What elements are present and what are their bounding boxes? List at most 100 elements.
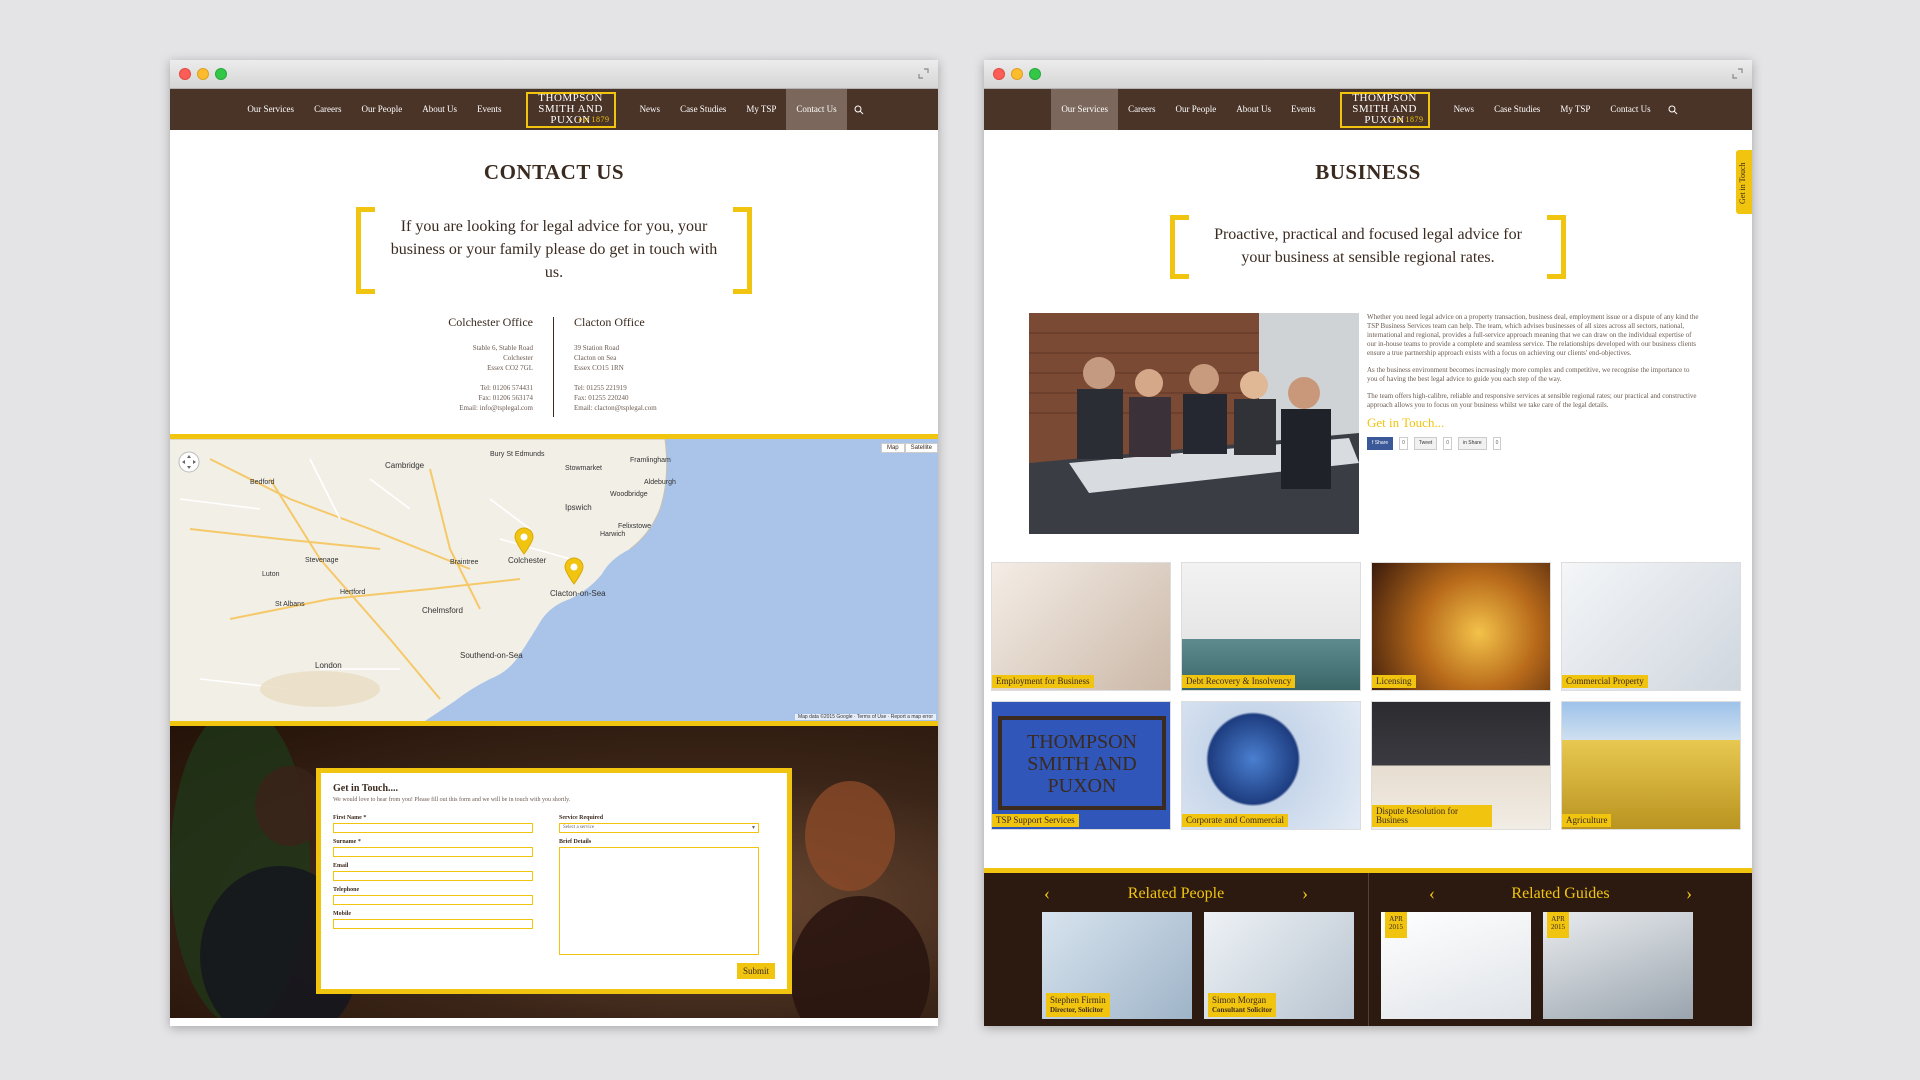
- nav-our-people[interactable]: Our People: [352, 89, 413, 130]
- nav-news[interactable]: News: [1444, 89, 1485, 130]
- person-role: Consultant Solicitor: [1212, 1006, 1273, 1014]
- nav-my-tsp[interactable]: My TSP: [736, 89, 786, 130]
- guide-card[interactable]: APR 2015: [1543, 912, 1693, 1019]
- minimize-icon[interactable]: [1011, 68, 1023, 80]
- email-field[interactable]: [333, 871, 533, 881]
- map-type-toggle[interactable]: Map Satellite: [880, 443, 938, 453]
- field-label: Brief Details: [559, 839, 592, 845]
- contact-form-section: Get in Touch.... We would love to hear f…: [170, 726, 938, 1018]
- related-section: ‹ Related People › Stephen Firmin Direct…: [984, 868, 1752, 1026]
- nav-our-people[interactable]: Our People: [1166, 89, 1227, 130]
- related-people: ‹ Related People › Stephen Firmin Direct…: [984, 873, 1368, 1026]
- nav-contact-us[interactable]: Contact Us: [1600, 89, 1660, 130]
- field-label: Service Required: [559, 815, 604, 821]
- map-toggle-satellite[interactable]: Satellite: [904, 443, 938, 453]
- share-count: 0: [1399, 437, 1408, 450]
- location-map[interactable]: Map Satellite Cambridge Bury St Edmunds …: [170, 434, 938, 726]
- submit-button[interactable]: Submit: [736, 963, 775, 979]
- nav-contact-us[interactable]: Contact Us: [786, 89, 847, 130]
- person-card[interactable]: Stephen Firmin Director, Solicitor: [1042, 912, 1192, 1019]
- map-place: Framlingham: [630, 457, 671, 464]
- tile-agriculture[interactable]: Agriculture: [1561, 701, 1741, 830]
- search-icon[interactable]: [1661, 89, 1685, 130]
- close-icon[interactable]: [179, 68, 191, 80]
- nav-our-services[interactable]: Our Services: [237, 89, 304, 130]
- field-label: Mobile: [333, 911, 351, 917]
- svg-text:PUXON: PUXON: [1048, 775, 1117, 797]
- nav-my-tsp[interactable]: My TSP: [1550, 89, 1600, 130]
- nav-events[interactable]: Events: [467, 89, 512, 130]
- tile-commercial-property[interactable]: Commercial Property: [1561, 562, 1741, 691]
- person-card[interactable]: Simon Morgan Consultant Solicitor: [1204, 912, 1354, 1019]
- chevron-right-icon[interactable]: ›: [1686, 883, 1692, 904]
- nav-news[interactable]: News: [630, 89, 671, 130]
- field-label: Telephone: [333, 887, 360, 893]
- tile-debt-recovery[interactable]: Debt Recovery & Insolvency: [1181, 562, 1361, 691]
- close-icon[interactable]: [993, 68, 1005, 80]
- svg-text:THOMPSON: THOMPSON: [1027, 731, 1137, 753]
- person-caption: Simon Morgan Consultant Solicitor: [1208, 993, 1277, 1017]
- tile-tsp-support[interactable]: THOMPSON SMITH AND PUXON TSP Support Servi…: [991, 701, 1171, 830]
- brief-details-textarea[interactable]: [559, 847, 759, 955]
- intro-section: Whether you need legal advice on a prope…: [984, 313, 1752, 534]
- tile-label: Dispute Resolution for Business: [1372, 805, 1492, 827]
- date-badge: APR 2015: [1385, 912, 1407, 938]
- nav-about-us[interactable]: About Us: [412, 89, 467, 130]
- nav-case-studies[interactable]: Case Studies: [1484, 89, 1550, 130]
- nav-events[interactable]: Events: [1281, 89, 1326, 130]
- tile-licensing[interactable]: Licensing: [1371, 562, 1551, 691]
- nav-about-us[interactable]: About Us: [1226, 89, 1281, 130]
- get-in-touch-link[interactable]: Get in Touch...: [1367, 416, 1699, 429]
- fullscreen-icon[interactable]: [1732, 68, 1743, 79]
- map-pin-colchester-icon[interactable]: [513, 527, 535, 555]
- map-place: Chelmsford: [422, 606, 463, 615]
- office-name: Clacton Office: [574, 315, 645, 329]
- nav-case-studies[interactable]: Case Studies: [670, 89, 736, 130]
- fullscreen-icon[interactable]: [918, 68, 929, 79]
- person-name: Simon Morgan: [1212, 995, 1267, 1005]
- map-place: Ipswich: [565, 503, 592, 512]
- chevron-left-icon[interactable]: ‹: [1044, 883, 1050, 904]
- service-select[interactable]: Select a service: [559, 823, 759, 833]
- surname-field[interactable]: [333, 847, 533, 857]
- form-right-column: Service Required Select a service Brief …: [559, 809, 759, 955]
- first-name-field[interactable]: [333, 823, 533, 833]
- minimize-icon[interactable]: [197, 68, 209, 80]
- chevron-left-icon[interactable]: ‹: [1429, 883, 1435, 904]
- main-nav: Our Services Careers Our People About Us…: [170, 89, 938, 130]
- tile-employment[interactable]: Employment for Business: [991, 562, 1171, 691]
- tile-label: Commercial Property: [1562, 675, 1648, 688]
- get-in-touch-side-tab[interactable]: Get in Touch: [1736, 150, 1752, 214]
- office-address-line: Clacton on Sea: [574, 354, 617, 362]
- map-toggle-map[interactable]: Map: [880, 443, 905, 453]
- browser-window-business: Our Services Careers Our People About Us…: [984, 60, 1752, 1026]
- map-pan-control-icon[interactable]: [178, 451, 200, 473]
- linkedin-share-button[interactable]: in Share: [1458, 437, 1487, 450]
- search-icon[interactable]: [847, 89, 871, 130]
- related-guides-title: Related Guides: [1511, 884, 1610, 902]
- nav-careers[interactable]: Careers: [304, 89, 351, 130]
- facebook-share-button[interactable]: f Share: [1367, 437, 1394, 450]
- nav-careers[interactable]: Careers: [1118, 89, 1165, 130]
- zoom-icon[interactable]: [215, 68, 227, 80]
- map-pin-clacton-icon[interactable]: [563, 557, 585, 585]
- site-logo[interactable]: THOMPSON SMITH AND PUXON est 1879: [525, 91, 616, 128]
- site-logo[interactable]: THOMPSON SMITH AND PUXON est 1879: [1339, 91, 1430, 128]
- business-meeting-photo: [1029, 313, 1359, 534]
- map-place: Luton: [262, 571, 280, 578]
- tile-corporate-commercial[interactable]: Corporate and Commercial: [1181, 701, 1361, 830]
- guide-card[interactable]: APR 2015: [1381, 912, 1531, 1019]
- person-role: Director, Solicitor: [1050, 1006, 1104, 1014]
- date-year: 2015: [1389, 923, 1403, 931]
- zoom-icon[interactable]: [1029, 68, 1041, 80]
- tile-dispute-resolution[interactable]: Dispute Resolution for Business: [1371, 701, 1551, 830]
- office-fax: Fax: 01255 220240: [574, 394, 629, 402]
- telephone-field[interactable]: [333, 895, 533, 905]
- mobile-field[interactable]: [333, 919, 533, 929]
- tweet-button[interactable]: Tweet: [1413, 437, 1438, 450]
- office-email[interactable]: Email: info@tsplegal.com: [354, 403, 533, 413]
- office-email[interactable]: Email: clacton@tsplegal.com: [574, 403, 754, 413]
- chevron-right-icon[interactable]: ›: [1302, 883, 1308, 904]
- person-name: Stephen Firmin: [1050, 995, 1106, 1005]
- nav-our-services[interactable]: Our Services: [1051, 89, 1119, 130]
